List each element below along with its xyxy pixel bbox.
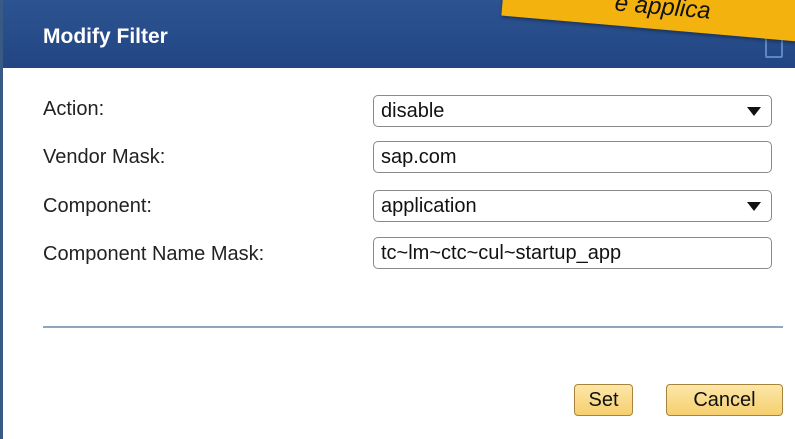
- component-selected-value: application: [381, 195, 477, 217]
- vendor-mask-label: Vendor Mask:: [43, 146, 166, 168]
- component-name-mask-input[interactable]: tc~lm~ctc~cul~startup_app: [373, 237, 772, 269]
- dialog-title: Modify Filter: [43, 25, 168, 48]
- modify-filter-dialog: Modify Filter e applica Action: disable …: [0, 0, 795, 439]
- component-select[interactable]: application: [373, 190, 772, 222]
- vendor-mask-input[interactable]: sap.com: [373, 141, 772, 173]
- component-name-mask-value: tc~lm~ctc~cul~startup_app: [381, 242, 622, 264]
- screen: Modify Filter e applica Action: disable …: [0, 0, 795, 439]
- overlay-banner-text: e applica: [613, 0, 712, 25]
- chevron-down-icon[interactable]: [747, 107, 761, 116]
- vendor-mask-value: sap.com: [381, 146, 457, 168]
- component-name-mask-label: Component Name Mask:: [43, 243, 265, 265]
- set-button[interactable]: Set: [574, 384, 633, 416]
- component-label: Component:: [43, 195, 152, 217]
- action-label: Action:: [43, 98, 105, 120]
- action-selected-value: disable: [381, 100, 445, 122]
- chevron-down-icon[interactable]: [747, 202, 761, 211]
- action-select[interactable]: disable: [373, 95, 772, 127]
- cancel-button[interactable]: Cancel: [666, 384, 783, 416]
- section-divider: [43, 326, 783, 328]
